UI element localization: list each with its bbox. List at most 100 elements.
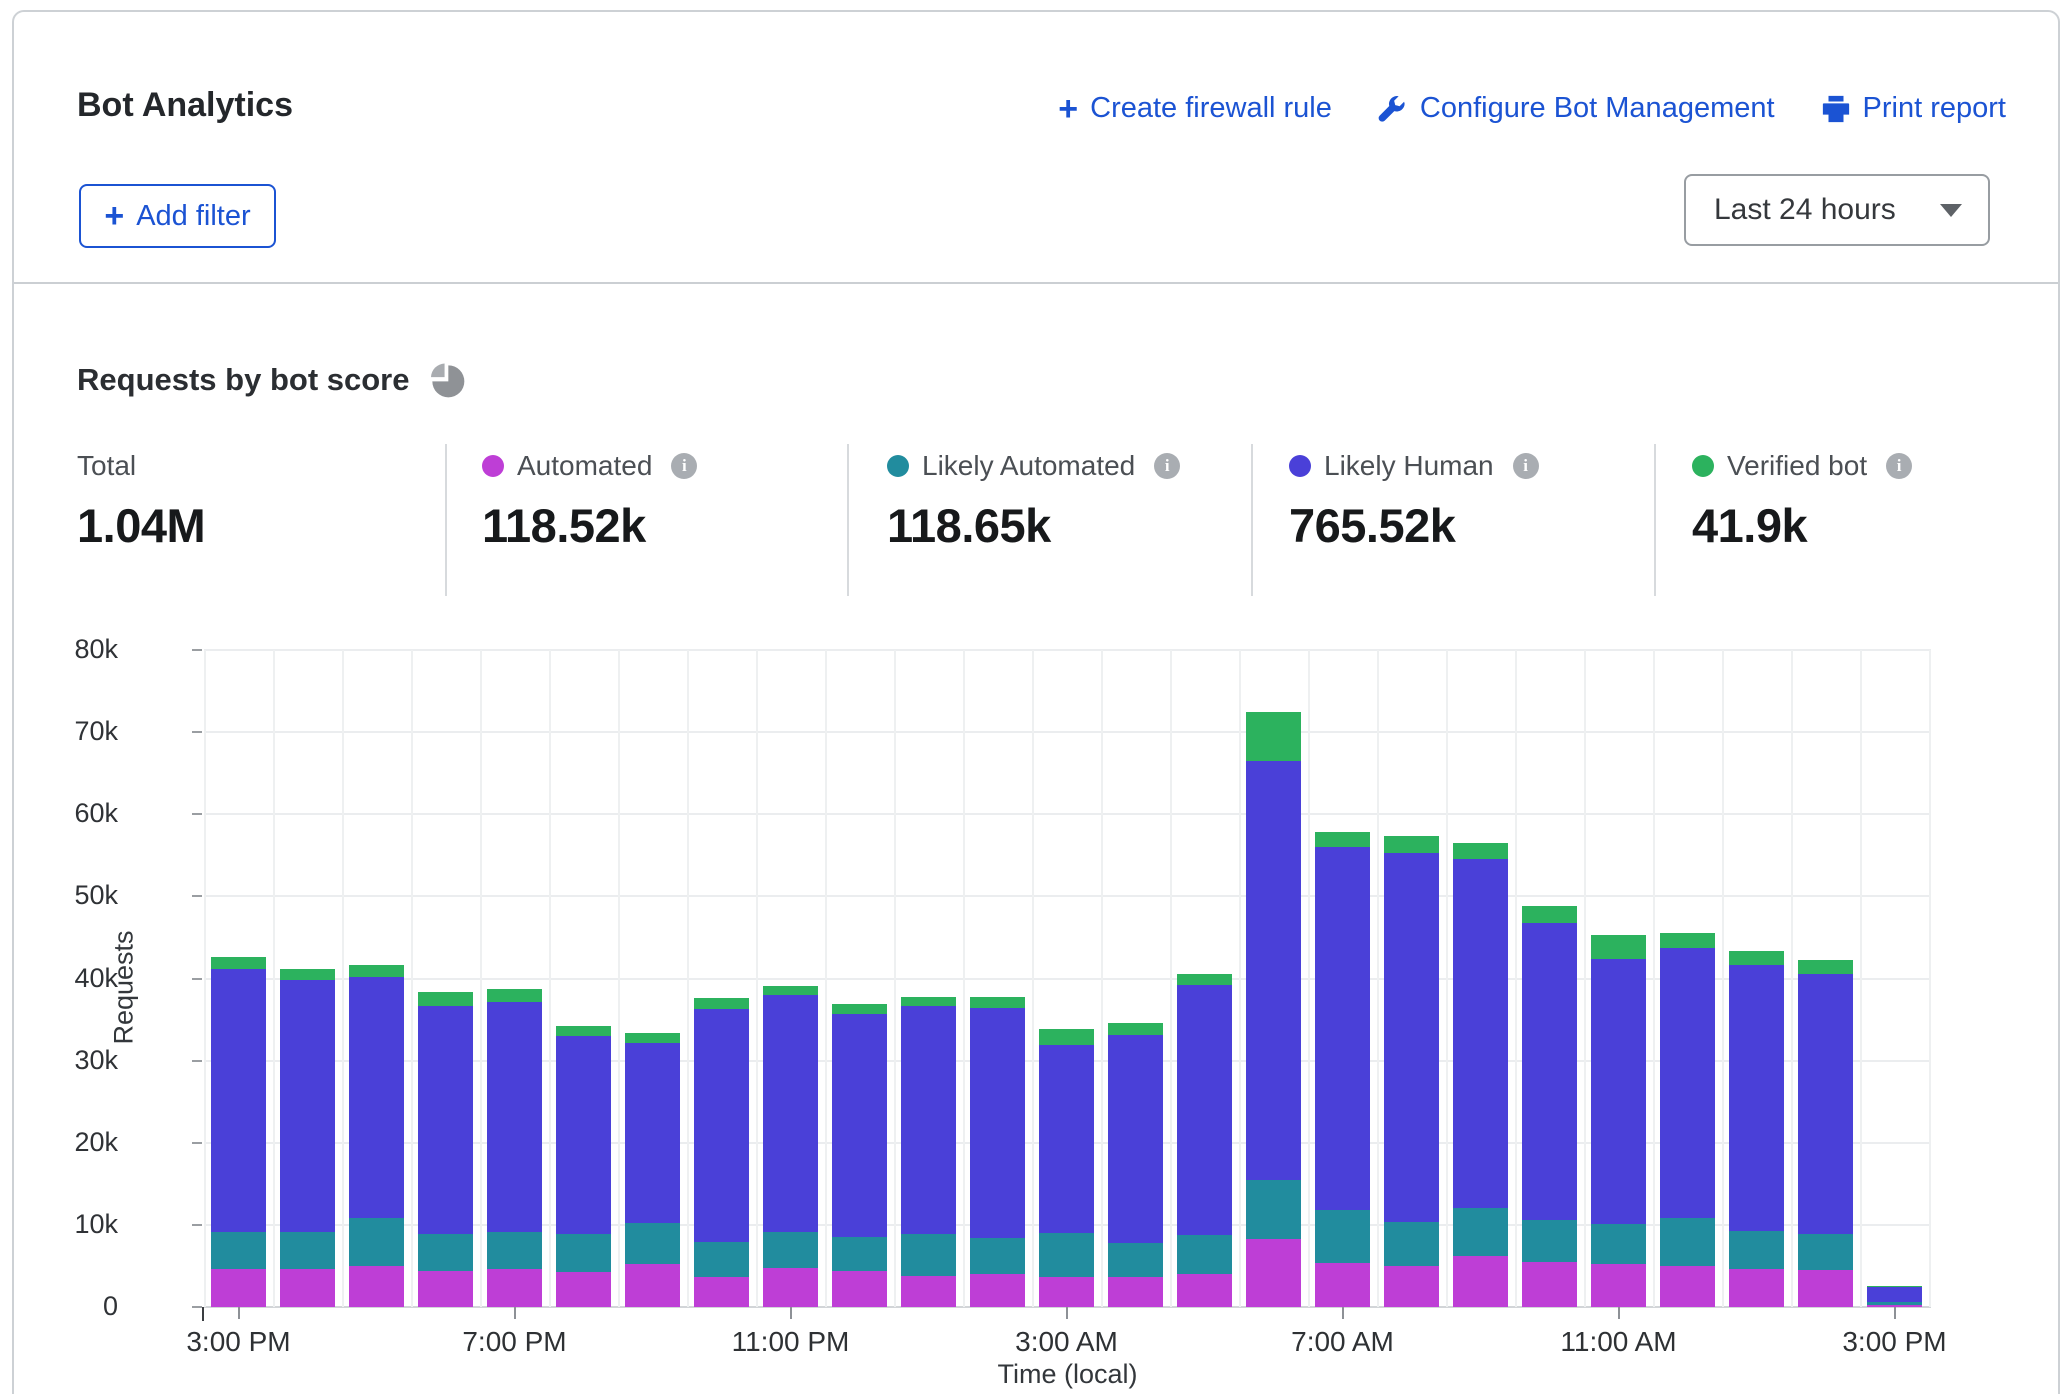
stat-likely-automated-label: Likely Automated (922, 450, 1135, 482)
y-axis-label: 40k (0, 963, 118, 994)
bar-5-00-AM (1177, 974, 1232, 1307)
time-range-dropdown[interactable]: Last 24 hours (1684, 174, 1990, 246)
bar-segment-automated (1798, 1270, 1853, 1307)
gridline-v (963, 650, 965, 1307)
bar-segment-verified-bot (418, 992, 473, 1006)
info-icon[interactable]: i (1886, 453, 1912, 479)
y-axis-label: 60k (0, 798, 118, 829)
create-firewall-rule-link[interactable]: + Create firewall rule (1058, 92, 1332, 125)
bar-segment-likely-automated (1729, 1231, 1784, 1269)
legend-dot-automated (482, 455, 504, 477)
bar-segment-automated (694, 1277, 749, 1307)
bar-segment-likely-automated (1315, 1210, 1370, 1263)
add-filter-button[interactable]: + Add filter (79, 184, 276, 248)
x-axis-title: Time (local) (204, 1359, 1931, 1390)
configure-bot-management-label: Configure Bot Management (1420, 92, 1775, 125)
stat-likely-human: Likely Human i 765.52k (1289, 450, 1539, 553)
bar-segment-likely-automated (625, 1223, 680, 1263)
bar-segment-likely-automated (1108, 1243, 1163, 1277)
gridline-v (1446, 650, 1448, 1307)
bar-segment-automated (349, 1266, 404, 1307)
gridline-v (1170, 650, 1172, 1307)
bar-segment-likely-automated (349, 1217, 404, 1266)
legend-dot-verified-bot (1692, 455, 1714, 477)
stat-likely-automated-value: 118.65k (887, 498, 1180, 553)
bar-5-00-PM (349, 965, 404, 1308)
stat-divider (445, 444, 447, 596)
x-axis-label: 3:00 AM (967, 1326, 1167, 1358)
bar-segment-likely-automated (1798, 1234, 1853, 1270)
bar-segment-automated (1660, 1266, 1715, 1307)
bar-segment-verified-bot (280, 969, 335, 981)
bar-segment-likely-human (1867, 1287, 1922, 1303)
bar-segment-likely-human (625, 1043, 680, 1224)
bar-segment-automated (1315, 1263, 1370, 1307)
header-divider (14, 282, 2058, 284)
info-icon[interactable]: i (1513, 453, 1539, 479)
bar-segment-likely-automated (1660, 1217, 1715, 1266)
gridline-v (1791, 650, 1793, 1307)
bar-segment-likely-automated (1039, 1233, 1094, 1277)
x-axis-tick (1894, 1307, 1896, 1319)
x-axis-label: 11:00 PM (691, 1326, 891, 1358)
bar-segment-verified-bot (1384, 836, 1439, 853)
bar-segment-automated (418, 1271, 473, 1307)
stat-divider (1251, 444, 1253, 596)
bar-segment-likely-human (1453, 859, 1508, 1208)
y-axis-tick (192, 1142, 202, 1144)
stat-verified-bot-value: 41.9k (1692, 498, 1912, 553)
gridline-v (1032, 650, 1034, 1307)
x-axis-tick (1066, 1307, 1068, 1319)
bar-segment-verified-bot (625, 1033, 680, 1043)
print-report-link[interactable]: Print report (1821, 92, 2006, 125)
x-axis-label: 3:00 PM (1795, 1326, 1995, 1358)
bar-segment-verified-bot (1453, 843, 1508, 859)
gridline-v (204, 650, 206, 1307)
info-icon[interactable]: i (671, 453, 697, 479)
gridline-h (204, 813, 1931, 815)
y-axis-tick (192, 731, 202, 733)
gridline-h (204, 895, 1931, 897)
bar-segment-likely-automated (1246, 1180, 1301, 1239)
bar-segment-verified-bot (1177, 974, 1232, 986)
y-axis-tick (192, 1060, 202, 1062)
time-range-value: Last 24 hours (1714, 193, 1940, 227)
x-axis-tick (238, 1307, 240, 1319)
bar-3-00-PM (211, 957, 266, 1307)
bar-segment-likely-automated (1591, 1224, 1646, 1264)
configure-bot-management-link[interactable]: Configure Bot Management (1378, 92, 1775, 125)
bar-segment-likely-automated (280, 1232, 335, 1269)
bar-segment-verified-bot (1798, 960, 1853, 974)
stat-automated-label: Automated (517, 450, 652, 482)
bar-segment-likely-human (556, 1036, 611, 1234)
bar-9-00-PM (625, 1033, 680, 1307)
y-axis-label: 30k (0, 1045, 118, 1076)
bar-segment-likely-automated (211, 1232, 266, 1269)
bar-segment-verified-bot (211, 957, 266, 969)
bar-segment-verified-bot (1246, 712, 1301, 761)
bar-9-00-AM (1453, 843, 1508, 1307)
gridline-v (1515, 650, 1517, 1307)
bar-segment-verified-bot (694, 998, 749, 1009)
legend-dot-likely-human (1289, 455, 1311, 477)
bar-segment-likely-human (1522, 923, 1577, 1220)
info-icon[interactable]: i (1154, 453, 1180, 479)
plus-icon: + (1058, 95, 1078, 123)
bar-12-00-PM (1660, 933, 1715, 1308)
bar-segment-verified-bot (1039, 1029, 1094, 1045)
bar-segment-verified-bot (970, 997, 1025, 1008)
bar-segment-automated (970, 1274, 1025, 1307)
wrench-icon (1378, 94, 1408, 124)
bar-segment-likely-human (1798, 974, 1853, 1234)
bar-segment-likely-human (1177, 985, 1232, 1235)
bar-segment-likely-human (1729, 965, 1784, 1231)
y-axis-label: 0 (0, 1291, 118, 1322)
pie-chart-icon (427, 360, 467, 400)
bar-11-00-PM (763, 986, 818, 1307)
bar-segment-likely-automated (694, 1242, 749, 1277)
add-filter-label: Add filter (136, 200, 250, 233)
stat-likely-human-label: Likely Human (1324, 450, 1494, 482)
bar-2-00-PM (1798, 960, 1853, 1307)
bar-segment-likely-automated (418, 1234, 473, 1271)
bar-segment-verified-bot (487, 989, 542, 1002)
